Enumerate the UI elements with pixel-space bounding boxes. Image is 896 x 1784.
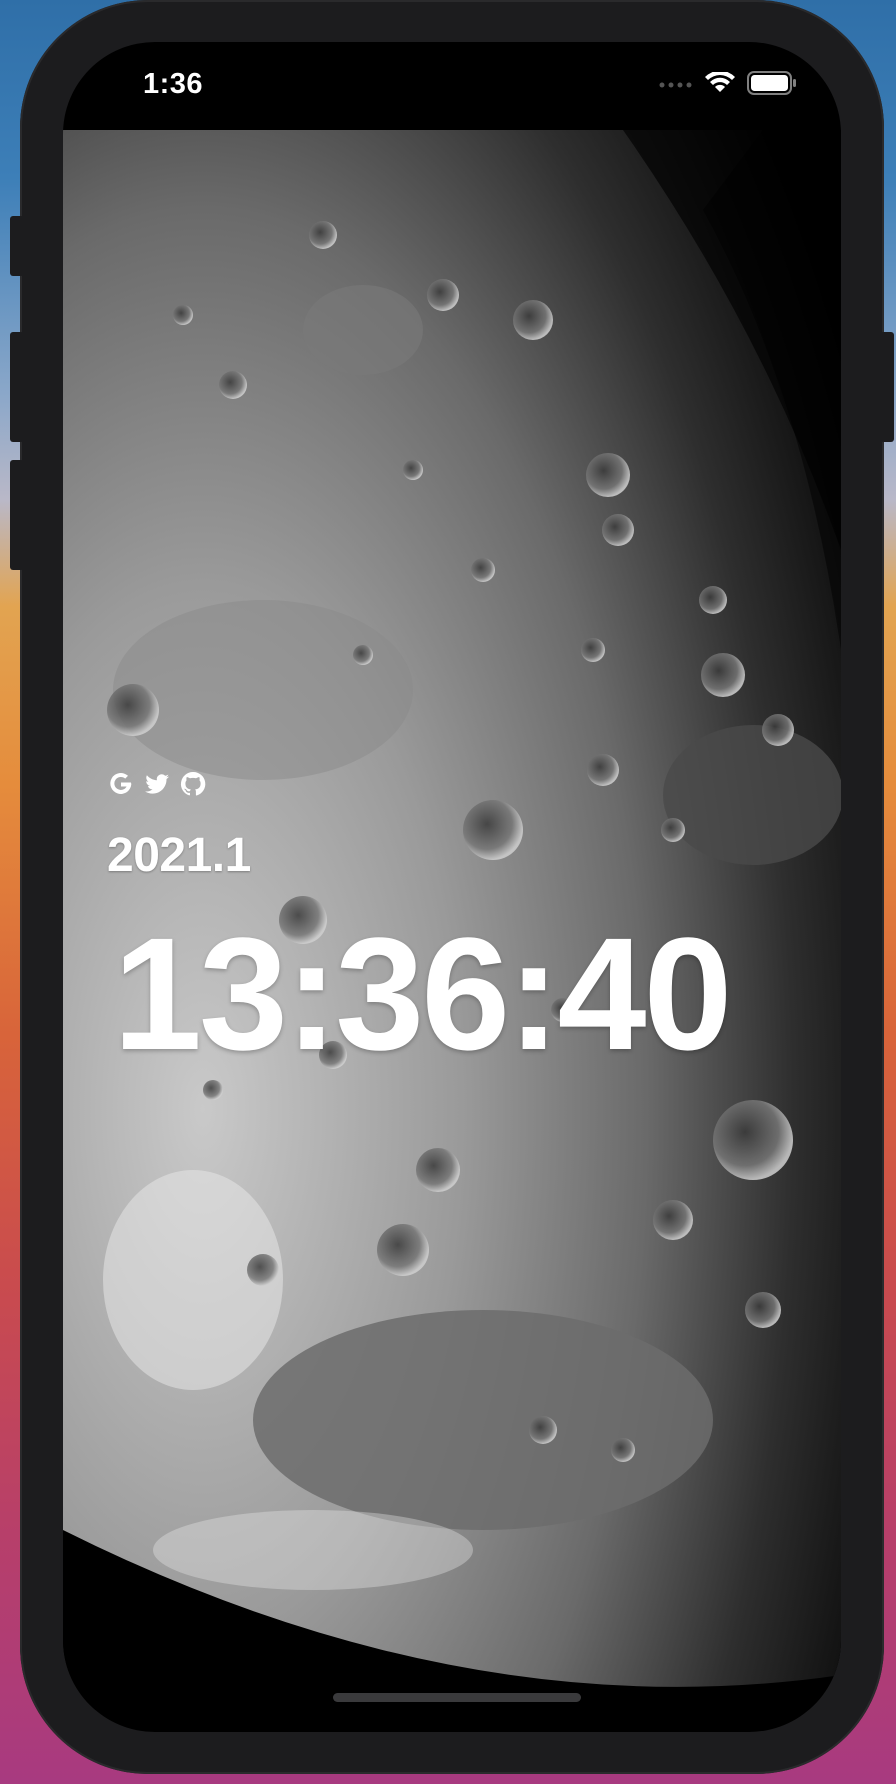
- github-icon[interactable]: [179, 770, 207, 798]
- date-label: 2021.1: [107, 829, 251, 882]
- social-links: [107, 770, 207, 798]
- power-button: [880, 332, 894, 442]
- home-indicator[interactable]: [333, 1693, 581, 1702]
- volume-up-button: [10, 332, 24, 442]
- volume-down-button: [10, 460, 24, 570]
- google-icon[interactable]: [107, 770, 135, 798]
- screen: 1:36 2021.1 13:36:40: [63, 42, 841, 1732]
- clock-overlay: 2021.1 13:36:40: [63, 42, 841, 1732]
- clock-time: 13:36:40: [113, 904, 732, 1083]
- twitter-icon[interactable]: [143, 770, 171, 798]
- silent-switch: [10, 216, 24, 276]
- phone-frame: 1:36 2021.1 13:36:40: [10, 0, 894, 1774]
